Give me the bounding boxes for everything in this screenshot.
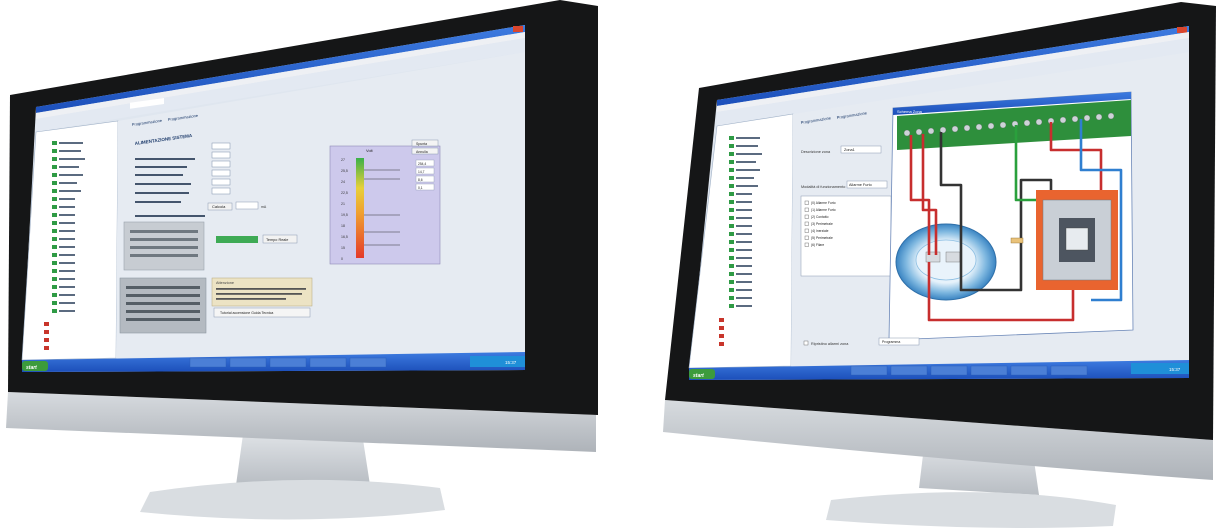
field-value-1: Zona1 [844,148,855,152]
gauge-bar [356,158,364,258]
clock: 15:37 [1169,367,1181,372]
calc-result-field[interactable] [235,201,259,210]
voltage-readout [216,236,258,243]
mode-list-item: (0) Allarme Furto [811,201,836,205]
field-label-1: Descrizione zona [801,150,831,154]
contact-device-switch [1065,227,1089,251]
start-label: start [693,373,704,379]
side-value-0: 254,4 [418,162,426,166]
side-value-1: 14,7 [418,170,425,174]
taskbar-items[interactable] [189,357,387,368]
stand-base [826,492,1116,528]
mode-list-item: (5) Perimetrale [811,236,833,240]
mode-list-item: (3) Perimetrale [811,222,833,226]
side-value-3: 0,1 [418,186,423,190]
system-tray [1131,363,1189,374]
calc-button-label: Calcola [212,204,226,209]
resistor [1010,237,1024,244]
gauge-tick-7: 16,5 [341,235,348,239]
sensor-terminal-2 [945,251,961,263]
left-monitor: Programmazione Programmazione ALIMENTAZI… [6,0,598,520]
restore-alarm-checkbox[interactable] [803,340,809,346]
start-label: start [26,365,37,371]
mode-list-item: (1) Allarme Furto [811,208,836,212]
field-label-2: Modalità di funzionamento [801,185,845,189]
side-button-spunta: Spunta [416,142,427,146]
gauge-tick-4: 21 [341,202,345,206]
checkbox-label: Ripristino allarmi zona [811,342,849,346]
mode-list-item: (2) Contatto [811,215,829,219]
gauge-tick-5: 19,5 [341,213,348,217]
gauge-tick-6: 18 [341,224,345,228]
programming-label: Programma [882,340,900,344]
mode-list-checkboxes[interactable] [804,200,809,247]
system-tray [470,356,525,367]
gauge-title: Volt [366,148,374,153]
mode-list-item: (4) Inerziale [811,229,829,233]
gauge-tick-3: 22,5 [341,191,348,195]
tree-panel [21,120,119,361]
gauge-tick-0: 27 [341,158,345,162]
mode-list-item: (6) Filare [811,243,824,247]
close-button[interactable] [513,26,523,32]
gauge-tick-1: 25,5 [341,169,348,173]
field-value-2: Allarme Furto [849,183,872,187]
close-button[interactable] [1177,27,1187,33]
note-title: Attenzione [216,281,234,285]
side-button-annulla: Annulla [416,150,428,154]
gauge-tick-2: 24 [341,180,345,184]
dialog-title: Schema Zona [897,109,923,114]
tutorial-button-label: Tutorial accensione Guida Tecnica [220,311,273,315]
side-value-2: 8,6 [418,178,423,182]
right-monitor: Programmazione Programmazione Descrizion… [663,2,1216,528]
gauge-tick-8: 15 [341,246,345,250]
stand-base [140,479,445,520]
realtime-button-label: Tempo Reale [266,238,288,242]
gauge-tick-9: 0 [341,257,343,261]
calc-unit: mA [261,205,267,209]
clock: 15:37 [505,360,517,365]
scene: Programmazione Programmazione ALIMENTAZI… [0,0,1221,532]
